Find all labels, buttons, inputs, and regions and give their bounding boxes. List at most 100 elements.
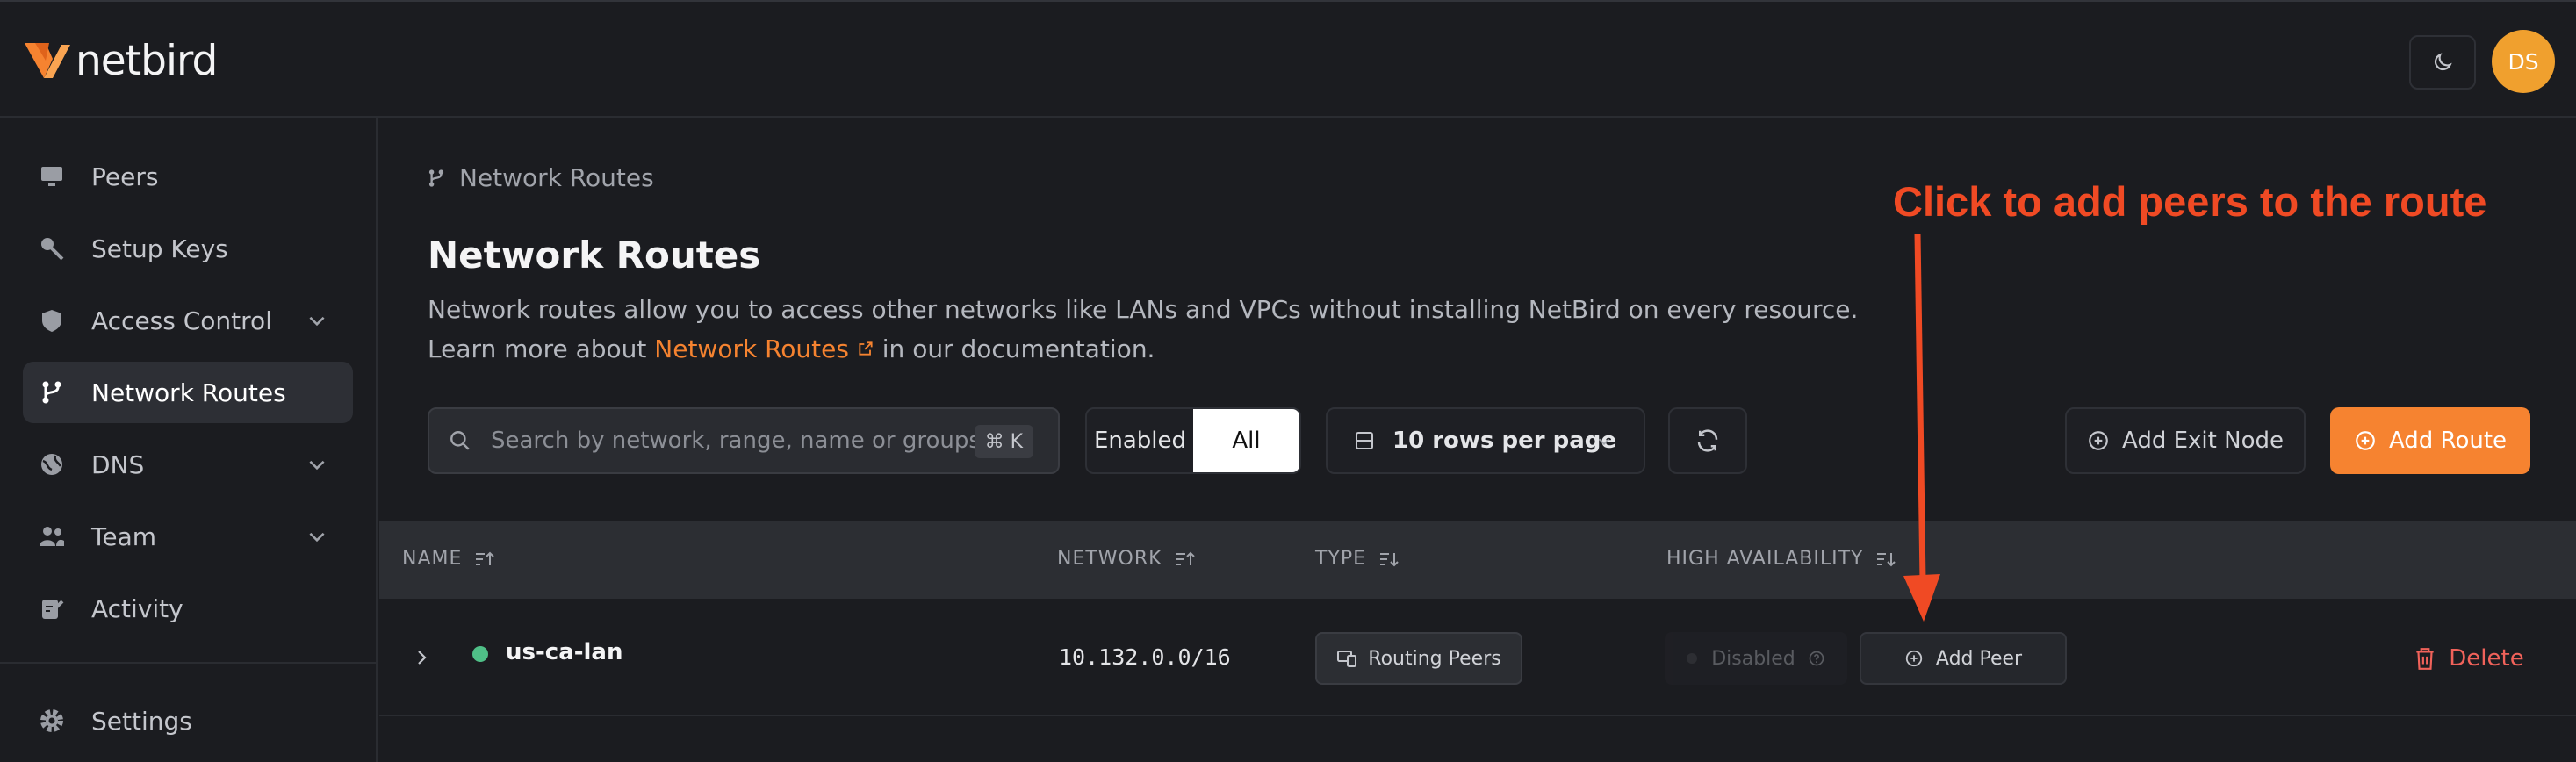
delete-label: Delete (2449, 645, 2524, 672)
column-header-name[interactable]: NAME (402, 548, 495, 570)
table-header: NAME NETWORK TYPE HIGH AVAILABILITY (379, 521, 2576, 599)
sidebar: Peers Setup Keys Access Control Network … (0, 118, 378, 762)
activity-icon (39, 595, 65, 622)
sidebar-divider (0, 662, 378, 664)
description-suffix: in our documentation. (881, 334, 1155, 363)
chevron-down-icon (309, 316, 325, 327)
column-header-network[interactable]: NETWORK (1057, 548, 1196, 570)
refresh-icon (1697, 429, 1718, 452)
column-header-high-availability[interactable]: HIGH AVAILABILITY (1666, 548, 1896, 570)
status-online-dot (472, 646, 488, 662)
annotation-arrow (1903, 233, 1940, 622)
add-exit-node-label: Add Exit Node (2122, 428, 2284, 454)
sort-ascending-icon (476, 551, 495, 565)
sidebar-item-label: Team (91, 521, 157, 551)
route-name: us-ca-lan (506, 639, 623, 665)
route-icon (39, 379, 65, 406)
moon-icon (2434, 53, 2452, 71)
theme-toggle-button[interactable] (2409, 35, 2476, 90)
add-exit-node-button[interactable]: Add Exit Node (2065, 407, 2306, 474)
sidebar-item-network-routes[interactable]: Network Routes (23, 362, 353, 423)
sidebar-item-team[interactable]: Team (23, 506, 353, 567)
sidebar-item-peers[interactable]: Peers (23, 146, 353, 207)
route-network: 10.132.0.0/16 (1059, 644, 1231, 670)
plus-circle-icon (2356, 431, 2375, 450)
add-peer-label: Add Peer (1935, 647, 2023, 670)
plus-circle-icon (1905, 650, 1923, 667)
sidebar-item-label: Network Routes (91, 377, 286, 407)
add-route-label: Add Route (2388, 428, 2508, 454)
sidebar-item-label: Settings (91, 706, 192, 736)
sidebar-item-label: Peers (91, 162, 159, 191)
column-label: NETWORK (1057, 548, 1162, 570)
breadcrumb-label: Network Routes (459, 163, 654, 192)
page-description: Network routes allow you to access other… (428, 290, 1858, 369)
toggle-dot (1687, 653, 1698, 664)
delete-route-button[interactable]: Delete (2399, 632, 2539, 685)
column-label: TYPE (1315, 548, 1367, 570)
sidebar-item-activity[interactable]: Activity (23, 578, 353, 639)
netbird-logo-icon (25, 42, 70, 78)
sidebar-item-label: Setup Keys (91, 234, 228, 263)
user-avatar[interactable]: DS (2492, 30, 2555, 93)
high-availability-toggle[interactable]: Disabled (1665, 632, 1847, 685)
chevron-down-icon (309, 460, 325, 471)
sort-descending-icon (1877, 552, 1896, 566)
rows-per-page-label: 10 rows per page (1392, 428, 1616, 454)
description-line: Network routes allow you to access other… (428, 295, 1859, 324)
users-icon (39, 523, 65, 550)
plus-circle-icon (2089, 431, 2108, 450)
netbird-logo[interactable]: netbird (23, 37, 218, 85)
description-prefix: Learn more about (428, 334, 647, 363)
sidebar-item-label: DNS (91, 449, 145, 479)
devices-icon (1337, 651, 1357, 667)
description-line: Learn more about Network Routes in our d… (428, 329, 1858, 369)
shield-icon (39, 307, 65, 334)
page-title: Network Routes (428, 234, 761, 277)
search-shortcut-badge: ⌘ K (974, 425, 1033, 458)
route-type-label: Routing Peers (1368, 647, 1501, 670)
column-header-type[interactable]: TYPE (1315, 548, 1400, 570)
sort-ascending-icon (1176, 551, 1195, 565)
gear-icon (39, 708, 65, 734)
help-circle-icon (1809, 651, 1824, 666)
column-label: HIGH AVAILABILITY (1666, 548, 1864, 570)
filter-enabled-button[interactable]: Enabled (1087, 409, 1193, 472)
sidebar-item-label: Access Control (91, 306, 272, 335)
chevron-down-icon (1598, 438, 1610, 446)
filter-all-button[interactable]: All (1193, 409, 1299, 472)
add-peer-button[interactable]: Add Peer (1860, 632, 2067, 685)
search-placeholder: Search by network, range, name or groups… (491, 428, 1003, 454)
search-input[interactable]: Search by network, range, name or groups… (428, 407, 1060, 474)
sort-descending-icon (1380, 552, 1399, 566)
docs-link-label: Network Routes (654, 334, 849, 363)
external-link-icon (859, 341, 873, 356)
high-availability-label: Disabled (1711, 647, 1795, 670)
add-route-button[interactable]: Add Route (2330, 407, 2530, 474)
breadcrumb[interactable]: Network Routes (428, 163, 654, 192)
key-icon (39, 235, 65, 262)
column-label: NAME (402, 548, 463, 570)
annotation-callout: Click to add peers to the route (1893, 178, 2487, 225)
rows-per-page-select[interactable]: 10 rows per page (1326, 407, 1645, 474)
table-icon (1356, 432, 1373, 449)
refresh-button[interactable] (1668, 407, 1747, 474)
sidebar-item-access-control[interactable]: Access Control (23, 290, 353, 351)
sidebar-item-setup-keys[interactable]: Setup Keys (23, 218, 353, 279)
sidebar-item-dns[interactable]: DNS (23, 434, 353, 495)
route-type-badge[interactable]: Routing Peers (1315, 632, 1522, 685)
sidebar-item-label: Activity (91, 593, 183, 623)
table-row[interactable]: us-ca-lan 10.132.0.0/16 Routing Peers Di… (379, 599, 2576, 716)
chevron-down-icon (309, 532, 325, 543)
globe-icon (39, 451, 65, 478)
route-icon (428, 169, 444, 187)
sidebar-item-settings[interactable]: Settings (23, 690, 353, 751)
status-filter: Enabled All (1085, 407, 1301, 474)
docs-link[interactable]: Network Routes (654, 334, 874, 363)
top-bar: netbird DS (0, 0, 2576, 118)
trash-icon (2416, 648, 2434, 670)
logo-text: netbird (76, 37, 218, 85)
chevron-right-icon[interactable] (411, 646, 432, 669)
monitor-icon (39, 163, 65, 190)
search-icon (450, 431, 470, 450)
